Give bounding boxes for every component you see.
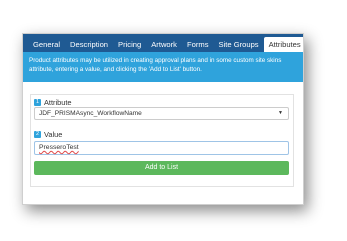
chevron-down-icon: ▼	[278, 110, 283, 116]
attribute-form-panel: 1 Attribute JDF_PRISMAsync_WorkflowName …	[30, 94, 294, 187]
tab-description[interactable]: Description	[65, 37, 113, 52]
step-badge-attribute: 1	[34, 98, 41, 106]
info-banner: Product attributes may be utilized in cr…	[23, 52, 303, 82]
tab-artwork[interactable]: Artwork	[146, 37, 182, 52]
add-to-list-button[interactable]: Add to List	[34, 161, 289, 175]
tab-bar: General Description Pricing Artwork Form…	[23, 34, 303, 52]
attribute-select[interactable]: JDF_PRISMAsync_WorkflowName ▼	[34, 107, 289, 120]
info-text-line-1: Product attributes may be utilized in cr…	[29, 57, 282, 64]
attribute-label: 1 Attribute	[34, 97, 72, 107]
value-label: 2 Value	[34, 129, 62, 139]
step-badge-value: 2	[34, 130, 41, 138]
tab-pricing[interactable]: Pricing	[113, 37, 146, 52]
attribute-select-value: JDF_PRISMAsync_WorkflowName	[39, 110, 142, 117]
tab-general[interactable]: General	[28, 37, 65, 52]
value-input[interactable]: PresseroTest	[34, 141, 289, 155]
value-input-text: PresseroTest	[39, 144, 79, 151]
tab-forms[interactable]: Forms	[182, 37, 214, 52]
product-edit-window: General Description Pricing Artwork Form…	[22, 33, 304, 205]
value-label-text: Value	[44, 129, 63, 139]
info-text-line-2: attribute, entering a value, and clickin…	[29, 65, 202, 73]
attribute-label-text: Attribute	[44, 97, 72, 107]
tab-attributes[interactable]: Attributes	[263, 37, 303, 52]
tab-site-groups[interactable]: Site Groups	[214, 37, 264, 52]
